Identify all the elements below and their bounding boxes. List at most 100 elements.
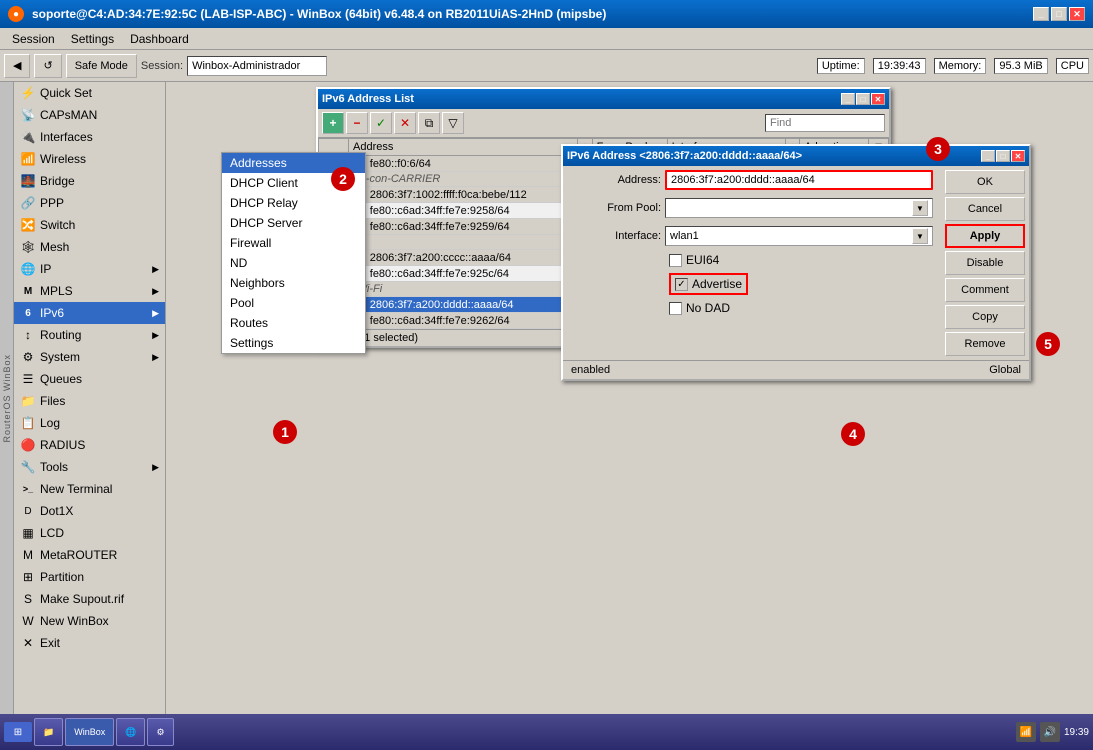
sidebar-item-tools[interactable]: 🔧 Tools ▶ — [14, 456, 165, 478]
taskbar-winbox[interactable]: WinBox — [65, 718, 114, 746]
ipv6-list-title-bar: IPv6 Address List _ □ ✕ — [318, 89, 889, 109]
sidebar-label-ipv6: IPv6 — [40, 306, 64, 320]
safe-mode-button[interactable]: Safe Mode — [66, 54, 137, 78]
no-dad-checkbox[interactable] — [669, 302, 682, 315]
sidebar-item-ppp[interactable]: 🔗 PPP — [14, 192, 165, 214]
menu-item-dhcp-relay[interactable]: DHCP Relay — [222, 193, 365, 213]
refresh-button[interactable]: ↺ — [34, 54, 61, 78]
session-input[interactable] — [187, 56, 327, 76]
copy-detail-button[interactable]: Copy — [945, 305, 1025, 329]
sidebar-item-wireless[interactable]: 📶 Wireless — [14, 148, 165, 170]
menu-dashboard[interactable]: Dashboard — [122, 30, 197, 48]
ipv6-list-toolbar: + − ✓ ✕ ⧉ ▽ — [318, 109, 889, 138]
cancel-button[interactable]: Cancel — [945, 197, 1025, 221]
ok-button[interactable]: OK — [945, 170, 1025, 194]
sidebar-item-new-winbox[interactable]: W New WinBox — [14, 610, 165, 632]
sidebar-item-new-terminal[interactable]: >_ New Terminal — [14, 478, 165, 500]
sidebar-item-mpls[interactable]: M MPLS ▶ — [14, 280, 165, 302]
sidebar-item-log[interactable]: 📋 Log — [14, 412, 165, 434]
sidebar-item-system[interactable]: ⚙ System ▶ — [14, 346, 165, 368]
sidebar-item-partition[interactable]: ⊞ Partition — [14, 566, 165, 588]
taskbar-settings[interactable]: ⚙ — [147, 718, 173, 746]
detail-maximize[interactable]: □ — [996, 150, 1010, 162]
ipv6-list-maximize[interactable]: □ — [856, 93, 870, 105]
remove-button[interactable]: − — [346, 112, 368, 134]
ipv6-list-minimize[interactable]: _ — [841, 93, 855, 105]
badge-2: 2 — [331, 167, 355, 191]
add-button[interactable]: + — [322, 112, 344, 134]
back-button[interactable]: ◀ — [4, 54, 30, 78]
menu-item-dhcp-server[interactable]: DHCP Server — [222, 213, 365, 233]
sidebar-item-dot1x[interactable]: D Dot1X — [14, 500, 165, 522]
sidebar-item-ipv6[interactable]: 6 IPv6 ▶ — [14, 302, 165, 324]
sidebar-item-quick-set[interactable]: ⚡ Quick Set — [14, 82, 165, 104]
taskbar-explorer[interactable]: 📁 — [34, 718, 63, 746]
ipv6-list-close[interactable]: ✕ — [871, 93, 885, 105]
comment-button[interactable]: Comment — [945, 278, 1025, 302]
sidebar-label-switch: Switch — [40, 218, 75, 232]
enable-button[interactable]: ✓ — [370, 112, 392, 134]
disable-button[interactable]: Disable — [945, 251, 1025, 275]
sidebar-item-radius[interactable]: 🔴 RADIUS — [14, 434, 165, 456]
detail-minimize[interactable]: _ — [981, 150, 995, 162]
minimize-button[interactable]: _ — [1033, 7, 1049, 21]
taskbar-sound-icon: 🔊 — [1040, 722, 1060, 742]
interface-combo[interactable]: wlan1 ▼ — [665, 226, 933, 246]
radius-icon: 🔴 — [20, 437, 36, 453]
advertise-label: Advertise — [692, 277, 742, 291]
from-pool-arrow[interactable]: ▼ — [912, 200, 928, 216]
taskbar-chrome[interactable]: 🌐 — [116, 718, 145, 746]
menu-item-routes[interactable]: Routes — [222, 313, 365, 333]
sidebar-item-interfaces[interactable]: 🔌 Interfaces — [14, 126, 165, 148]
filter-button[interactable]: ▽ — [442, 112, 464, 134]
sidebar-label-mpls: MPLS — [40, 284, 73, 298]
menu-item-firewall[interactable]: Firewall — [222, 233, 365, 253]
ipv6-list-title: IPv6 Address List — [322, 93, 414, 105]
interface-arrow[interactable]: ▼ — [912, 228, 928, 244]
mesh-icon: 🕸 — [20, 239, 36, 255]
maximize-button[interactable]: □ — [1051, 7, 1067, 21]
menu-settings[interactable]: Settings — [63, 30, 122, 48]
ppp-icon: 🔗 — [20, 195, 36, 211]
sidebar-item-queues[interactable]: ☰ Queues — [14, 368, 165, 390]
close-button[interactable]: ✕ — [1069, 7, 1085, 21]
ipv6-icon: 6 — [20, 305, 36, 321]
sidebar-item-exit[interactable]: ✕ Exit — [14, 632, 165, 654]
from-pool-combo[interactable]: ▼ — [665, 198, 933, 218]
sidebar-item-switch[interactable]: 🔀 Switch — [14, 214, 165, 236]
sidebar-item-lcd[interactable]: ▦ LCD — [14, 522, 165, 544]
advertise-row: ✓ Advertise — [563, 270, 941, 298]
copy-button[interactable]: ⧉ — [418, 112, 440, 134]
menu-item-settings[interactable]: Settings — [222, 333, 365, 353]
address-input[interactable] — [665, 170, 933, 190]
taskbar-system-tray: 📶 🔊 19:39 — [1016, 722, 1089, 742]
log-icon: 📋 — [20, 415, 36, 431]
sidebar-item-files[interactable]: 📁 Files — [14, 390, 165, 412]
session-label: Session: — [141, 60, 183, 72]
remove-button[interactable]: Remove — [945, 332, 1025, 356]
apply-button[interactable]: Apply — [945, 224, 1025, 248]
sidebar-item-ip[interactable]: 🌐 IP ▶ — [14, 258, 165, 280]
from-pool-row: From Pool: ▼ — [563, 194, 941, 222]
taskbar-start[interactable]: ⊞ — [4, 722, 32, 742]
sidebar-label-wireless: Wireless — [40, 152, 86, 166]
badge-3: 3 — [926, 137, 950, 161]
sidebar-item-make-supout[interactable]: S Make Supout.rif — [14, 588, 165, 610]
sidebar-label-ip: IP — [40, 262, 51, 276]
sidebar-item-routing[interactable]: ↕ Routing ▶ — [14, 324, 165, 346]
metarouter-icon: M — [20, 547, 36, 563]
sidebar-item-capsman[interactable]: 📡 CAPsMAN — [14, 104, 165, 126]
detail-close[interactable]: ✕ — [1011, 150, 1025, 162]
menu-item-pool[interactable]: Pool — [222, 293, 365, 313]
menu-item-nd[interactable]: ND — [222, 253, 365, 273]
advertise-checkbox[interactable]: ✓ — [675, 278, 688, 291]
menu-session[interactable]: Session — [4, 30, 63, 48]
disable-button[interactable]: ✕ — [394, 112, 416, 134]
find-input[interactable] — [765, 114, 885, 132]
sidebar-item-metarouter[interactable]: M MetaROUTER — [14, 544, 165, 566]
sidebar-item-mesh[interactable]: 🕸 Mesh — [14, 236, 165, 258]
menu-item-neighbors[interactable]: Neighbors — [222, 273, 365, 293]
eui64-checkbox[interactable] — [669, 254, 682, 267]
lcd-icon: ▦ — [20, 525, 36, 541]
sidebar-item-bridge[interactable]: 🌉 Bridge — [14, 170, 165, 192]
